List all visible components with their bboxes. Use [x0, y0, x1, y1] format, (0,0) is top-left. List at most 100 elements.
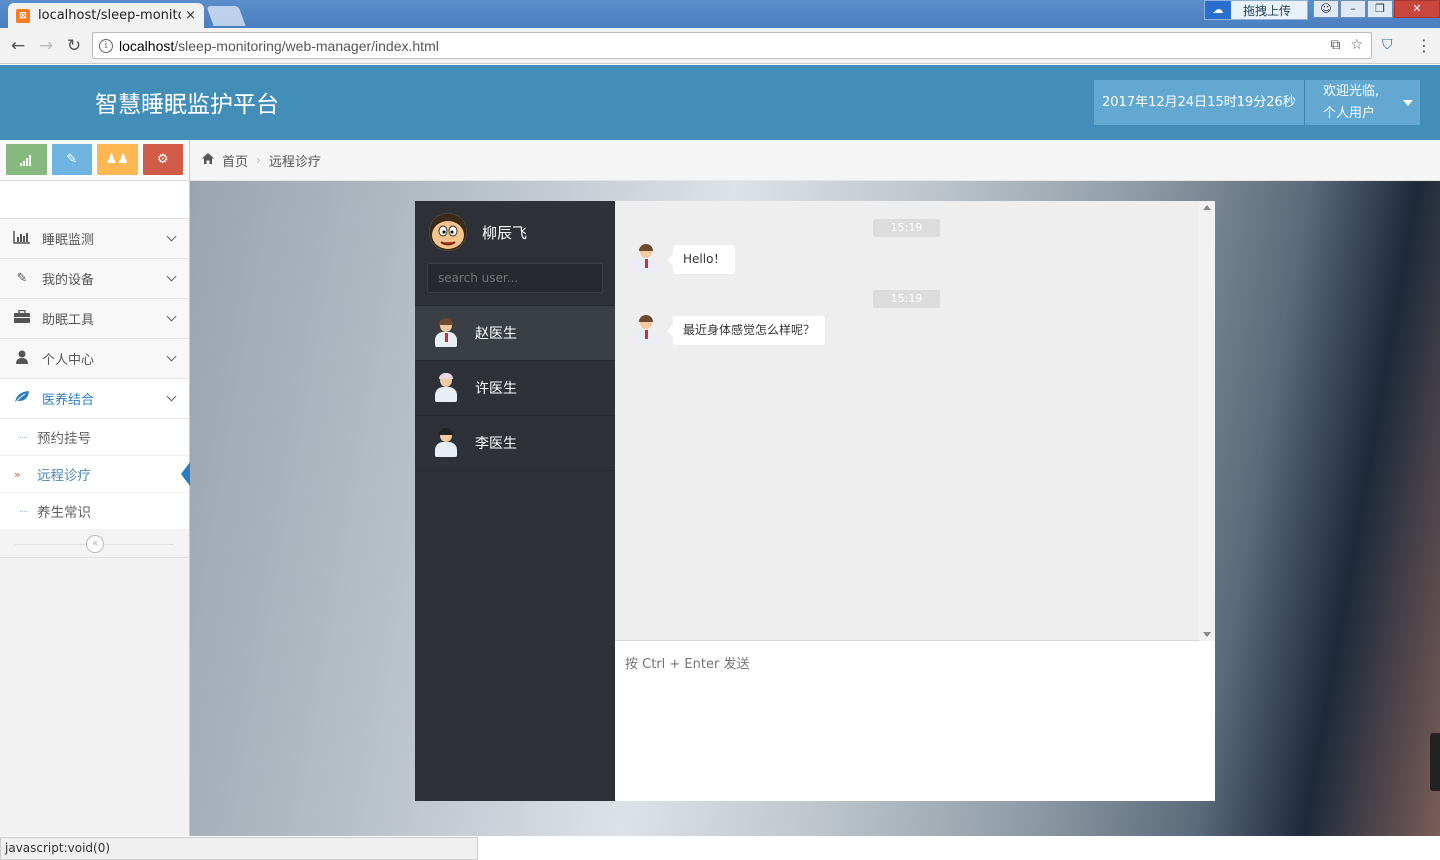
settings-button[interactable]: ⚙	[142, 144, 183, 175]
cloud-logo-icon: ☁	[1205, 1, 1231, 19]
message-input[interactable]	[625, 653, 1205, 789]
user-icon	[12, 350, 32, 368]
sidebar-item-medical-care[interactable]: 医养结合	[0, 379, 189, 419]
doctor-avatar-icon	[433, 318, 459, 348]
sidebar-item-sleep-tools[interactable]: 助眠工具	[0, 299, 189, 339]
tab-close-icon[interactable]: ×	[185, 8, 196, 23]
message-timestamp: 15:19	[873, 219, 940, 237]
tab-title: localhost/sleep-monito	[38, 8, 182, 23]
edit-button[interactable]: ✎	[51, 144, 92, 175]
upload-button[interactable]: ☁ 拖拽上传	[1204, 0, 1308, 20]
signal-icon	[20, 154, 32, 166]
breadcrumb-current: 远程诊疗	[268, 154, 321, 170]
url-text: localhost/sleep-monitoring/web-manager/i…	[119, 37, 439, 54]
sidebar: ✎ ♟♟ ⚙ 睡眠监测 ✎ 我的设备 助眠工具 个人中心 医养结合 预约挂号 »…	[0, 140, 190, 836]
info-icon[interactable]: i	[99, 38, 113, 53]
contact-item[interactable]: 赵医生	[415, 306, 615, 361]
sidebar-item-personal-center[interactable]: 个人中心	[0, 339, 189, 379]
user-role: 个人用户	[1323, 105, 1376, 121]
chevron-down-icon	[166, 271, 177, 282]
bar-chart-icon	[12, 230, 32, 248]
sidebar-item-my-devices[interactable]: ✎ 我的设备	[0, 259, 189, 299]
signal-button[interactable]	[6, 144, 47, 175]
back-icon[interactable]: ←	[8, 36, 28, 56]
app-title: 智慧睡眠监护平台	[95, 92, 279, 118]
status-area	[478, 836, 1440, 860]
caret-down-icon	[1403, 99, 1413, 106]
users-button[interactable]: ♟♟	[97, 144, 138, 175]
sidebar-item-label: 医养结合	[42, 393, 95, 408]
message-timestamp: 15:19	[873, 290, 940, 308]
pencil-icon: ✎	[66, 152, 78, 167]
chevron-down-icon	[166, 391, 177, 402]
doctor-avatar-icon	[633, 315, 659, 345]
sidebar-subitem-label: 远程诊疗	[37, 468, 91, 484]
chevron-down-icon	[166, 351, 177, 362]
restore-icon[interactable]: ❐	[1367, 0, 1393, 18]
user-greeting: 欢迎光临, 个人用户	[1323, 81, 1393, 125]
sidebar-item-label: 睡眠监测	[42, 233, 95, 248]
contact-name: 赵医生	[475, 326, 517, 342]
header-right: 2017年12月24日15时19分26秒 欢迎光临, 个人用户	[1094, 80, 1420, 125]
reload-icon[interactable]: ↻	[64, 36, 84, 56]
forward-icon[interactable]: →	[36, 36, 56, 56]
scroll-down-icon[interactable]	[1203, 632, 1211, 637]
browser-status-bar: javascript:void(0)	[0, 837, 478, 860]
leaf-icon	[12, 390, 32, 408]
chat-sidebar: 柳辰飞 赵医生 许医生 李医生	[415, 201, 615, 801]
doctor-avatar-icon	[633, 244, 659, 274]
chevron-down-icon	[166, 311, 177, 322]
nurse-avatar-icon	[433, 373, 459, 403]
sidebar-subitem-remote-diagnosis[interactable]: » 远程诊疗	[0, 456, 190, 493]
menu-icon[interactable]: ⋮	[1416, 36, 1432, 55]
breadcrumb: 首页 › 远程诊疗	[190, 140, 1440, 181]
datetime-display: 2017年12月24日15时19分26秒	[1094, 80, 1304, 125]
sidebar-subitem-appointment[interactable]: 预约挂号	[0, 419, 189, 456]
sidebar-item-label: 助眠工具	[42, 313, 95, 328]
message-bubble: Hello！	[666, 244, 736, 274]
close-window-icon[interactable]: ✕	[1394, 0, 1440, 18]
address-bar: ← → ↻ i localhost/sleep-monitoring/web-m…	[0, 28, 1440, 64]
sidebar-item-label: 个人中心	[42, 353, 95, 368]
translate-icon[interactable]: ⧉	[1330, 37, 1340, 53]
upload-label: 拖拽上传	[1243, 3, 1292, 18]
contact-name: 许医生	[475, 381, 517, 397]
user-avatar	[429, 213, 467, 251]
sidebar-subitem-health-tips[interactable]: 养生常识	[0, 493, 189, 530]
contact-item[interactable]: 许医生	[415, 361, 615, 416]
chat-main: 15:19 Hello！ 15:19 最近身体感觉怎么样呢？	[615, 201, 1215, 801]
contact-item[interactable]: 李医生	[415, 416, 615, 471]
minimize-icon[interactable]: –	[1340, 0, 1366, 18]
chevron-down-icon	[166, 231, 177, 242]
new-tab-button[interactable]	[206, 6, 246, 26]
message-row: Hello！	[633, 244, 736, 274]
message-bubble: 最近身体感觉怎么样呢？	[666, 315, 826, 345]
sidebar-item-sleep-monitoring[interactable]: 睡眠监测	[0, 219, 189, 259]
url-input[interactable]: i localhost/sleep-monitoring/web-manager…	[92, 32, 1372, 59]
welcome-text: 欢迎光临,	[1323, 83, 1380, 99]
double-chevron-right-icon: »	[14, 467, 21, 481]
breadcrumb-separator-icon: ›	[256, 153, 261, 167]
user-menu[interactable]: 欢迎光临, 个人用户	[1304, 80, 1420, 125]
shield-extension-icon[interactable]: ⛉	[1382, 37, 1398, 55]
star-icon[interactable]: ☆	[1350, 37, 1363, 53]
side-widget[interactable]	[1430, 733, 1440, 791]
user-icon[interactable]: ☺	[1313, 0, 1339, 18]
sidebar-subitem-label: 预约挂号	[37, 431, 91, 447]
browser-tabstrip: ⊠ localhost/sleep-monito × ☁ 拖拽上传 ☺ – ❐ …	[0, 0, 1440, 28]
browser-tab[interactable]: ⊠ localhost/sleep-monito ×	[8, 3, 204, 28]
doctor-avatar-icon	[433, 428, 459, 458]
xampp-favicon-icon: ⊠	[16, 8, 30, 23]
current-user: 柳辰飞	[415, 201, 615, 263]
search-user-input[interactable]	[427, 263, 603, 293]
pencil-icon: ✎	[16, 271, 28, 286]
breadcrumb-home-link[interactable]: 首页	[222, 151, 248, 170]
collapse-sidebar-icon[interactable]: «	[86, 535, 104, 553]
message-scrollbar[interactable]	[1199, 201, 1215, 641]
window-controls: ☁ 拖拽上传 ☺ – ❐ ✕	[1204, 0, 1440, 20]
current-user-name: 柳辰飞	[482, 223, 528, 242]
message-list: 15:19 Hello！ 15:19 最近身体感觉怎么样呢？	[615, 201, 1215, 641]
scroll-up-icon[interactable]	[1203, 205, 1211, 210]
home-icon	[202, 153, 214, 167]
compose-area	[615, 641, 1215, 801]
